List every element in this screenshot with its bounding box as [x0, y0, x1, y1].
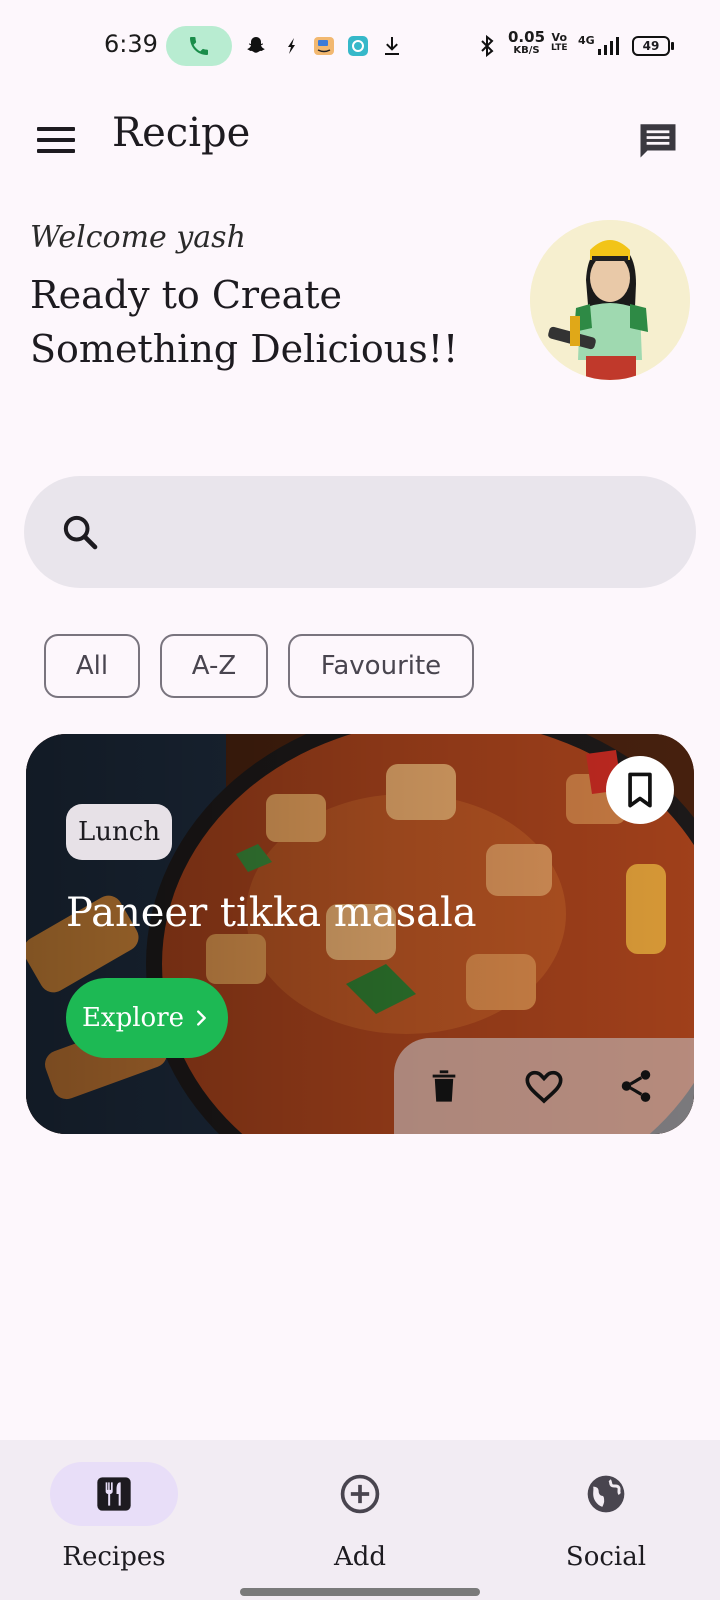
- explore-button[interactable]: Explore: [66, 978, 228, 1058]
- nav-label-add: Add: [333, 1542, 387, 1572]
- explore-label: Explore: [81, 1003, 185, 1033]
- globe-icon: [587, 1475, 625, 1513]
- bookmark-icon: [628, 772, 652, 808]
- filter-chip-label: All: [75, 651, 109, 681]
- avatar-illustration: [530, 220, 690, 380]
- share-icon: [621, 1070, 651, 1102]
- snapchat-icon: [247, 37, 265, 53]
- network-speed: 0.05 KB/S: [508, 30, 545, 58]
- ongoing-call-chip[interactable]: [166, 26, 232, 66]
- battery-level: 49: [642, 39, 660, 53]
- network-type: 4G: [578, 34, 595, 47]
- recipe-title: Paneer tikka masala: [66, 890, 477, 936]
- delete-button[interactable]: [418, 1060, 470, 1112]
- add-circle-icon: [340, 1474, 380, 1514]
- filter-chip-label: Favourite: [320, 651, 442, 681]
- volte-bottom: LTE: [551, 43, 568, 53]
- nav-item-add[interactable]: Add: [260, 1462, 460, 1582]
- recipe-card[interactable]: Lunch Paneer tikka masala Explore: [26, 734, 694, 1134]
- battery-icon: 49: [632, 36, 670, 56]
- chat-button[interactable]: [630, 112, 686, 168]
- tagline-heading: Ready to Create Something Delicious!!: [30, 273, 459, 371]
- gesture-home-indicator[interactable]: [240, 1588, 480, 1596]
- bookmark-button[interactable]: [606, 756, 674, 824]
- filter-chip-a-z[interactable]: A-Z: [160, 634, 268, 698]
- signal-icon: [598, 37, 619, 55]
- net-speed-value: 0.05: [508, 28, 546, 46]
- filter-chip-label: A-Z: [191, 651, 237, 681]
- search-icon: [63, 515, 98, 550]
- status-bar: 6:39 0.05 KB/S Vo LTE 4G 49: [0, 0, 720, 92]
- avatar[interactable]: [530, 220, 690, 380]
- filter-chip-favourite[interactable]: Favourite: [288, 634, 474, 698]
- category-badge: Lunch: [66, 804, 173, 860]
- volte-top: Vo: [551, 31, 567, 44]
- top-app-bar: Recipe: [0, 92, 720, 188]
- heart-icon: [525, 1070, 563, 1104]
- share-button[interactable]: [610, 1060, 662, 1112]
- delete-icon: [432, 1070, 456, 1102]
- card-actions: [394, 1038, 694, 1134]
- nav-active-indicator: [50, 1462, 178, 1526]
- menu-button[interactable]: [28, 112, 84, 168]
- amazon-icon: [314, 37, 334, 55]
- filter-chip-all[interactable]: All: [44, 634, 140, 698]
- download-icon: [385, 37, 399, 55]
- battery-tip: [671, 42, 674, 50]
- nav-icon-container: [296, 1462, 424, 1526]
- net-speed-unit: KB/S: [513, 45, 540, 56]
- search-input[interactable]: [120, 506, 660, 558]
- flipkart-icon: [288, 38, 295, 54]
- nav-item-recipes[interactable]: Recipes: [14, 1462, 214, 1582]
- bluetooth-icon: [481, 34, 494, 58]
- phone-icon: [190, 37, 208, 55]
- volte-indicator: Vo LTE: [551, 32, 568, 54]
- app-title: Recipe: [112, 110, 251, 156]
- messenger-icon: [348, 36, 368, 56]
- search-bar[interactable]: [24, 476, 696, 588]
- nav-label-social: Social: [565, 1542, 647, 1572]
- chevron-right-icon: [197, 1010, 206, 1026]
- hamburger-menu-icon: [37, 127, 75, 153]
- status-time: 6:39: [104, 30, 158, 58]
- restaurant-icon: [97, 1477, 131, 1511]
- nav-icon-container: [542, 1462, 670, 1526]
- chat-icon: [640, 124, 676, 158]
- nav-label-recipes: Recipes: [62, 1542, 166, 1572]
- bottom-navigation: Recipes Add Social: [0, 1440, 720, 1600]
- nav-item-social[interactable]: Social: [506, 1462, 706, 1582]
- favourite-button[interactable]: [518, 1060, 570, 1112]
- welcome-text: Welcome yash: [30, 220, 246, 255]
